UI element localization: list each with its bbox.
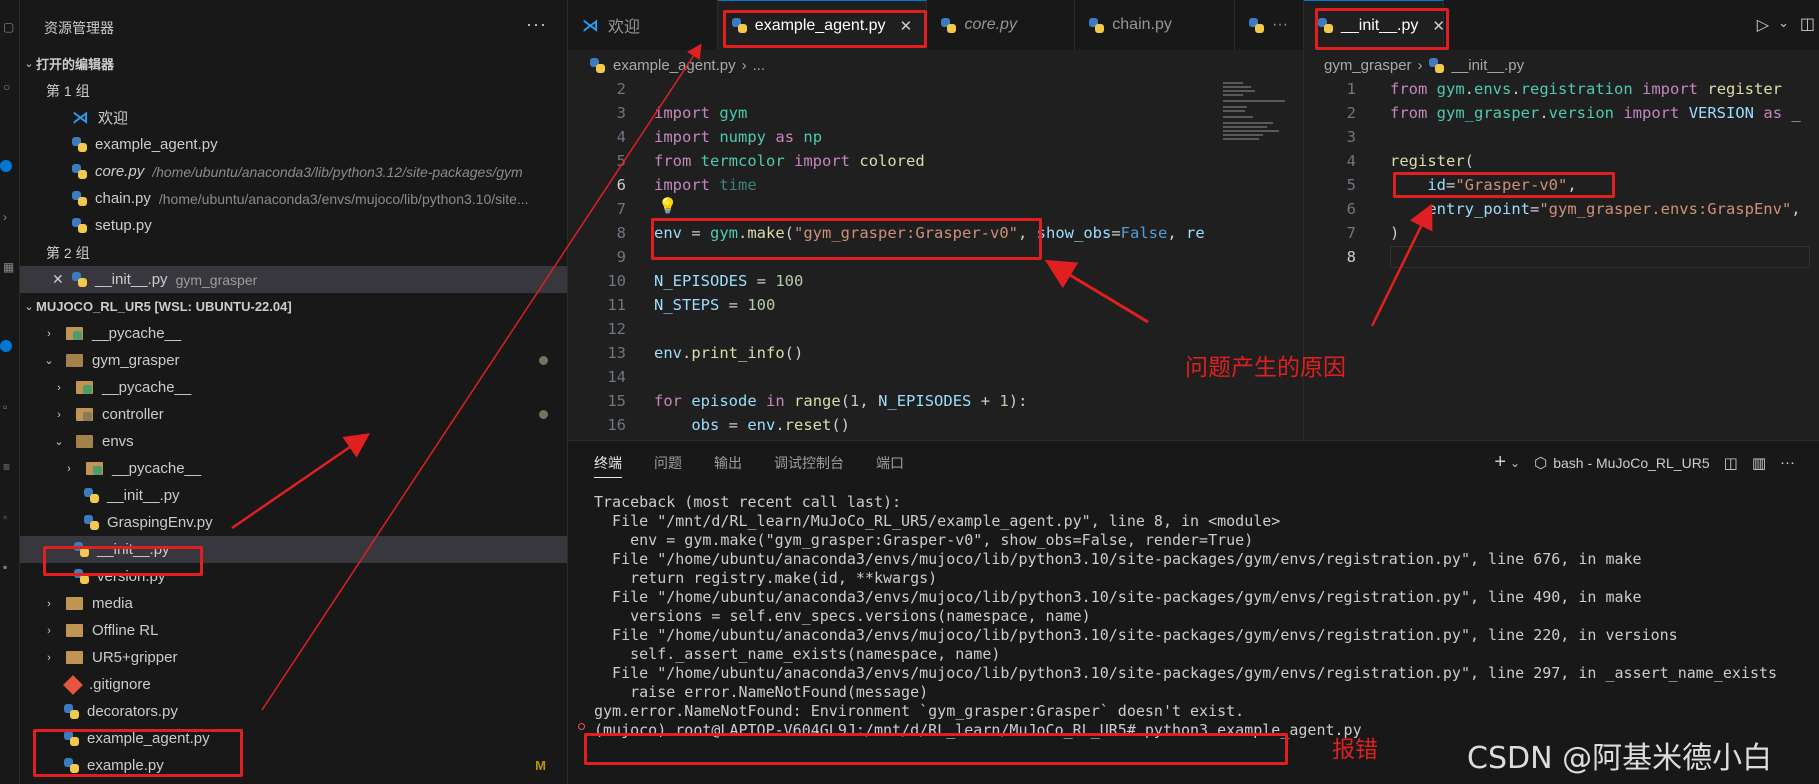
- arrow-to-id: [1370, 203, 1433, 327]
- arrow-to-make-call: [1044, 259, 1149, 324]
- annotation-arrows: [231, 43, 1433, 711]
- arrow-to-folder: [231, 433, 371, 530]
- arrow-to-tab: [261, 43, 702, 711]
- vscode-window: ▢ ○ › ▦ ▫ ≡ ◦ ▪ 资源管理器 ··· ⌄ 打开的编辑器 第 1 组…: [0, 0, 1819, 784]
